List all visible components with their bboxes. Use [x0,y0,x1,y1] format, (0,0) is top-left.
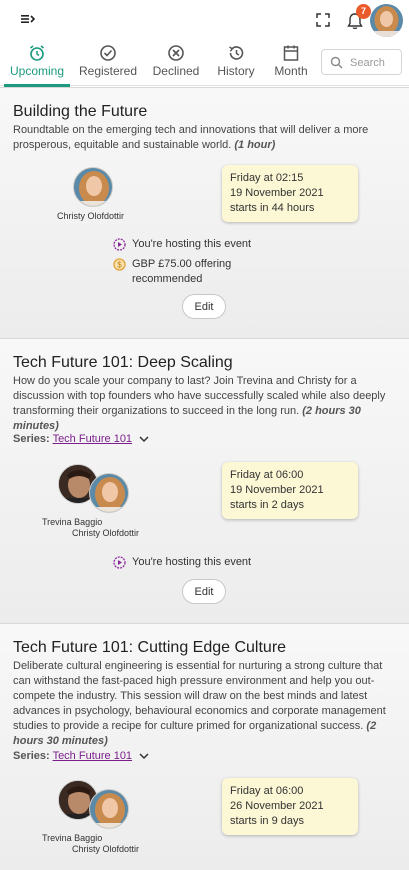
event-description: Deliberate cultural engineering is essen… [13,659,398,749]
event-countdown: starts in 9 days [230,815,304,827]
series-link[interactable]: Tech Future 101 [53,433,133,445]
event-countdown: starts in 44 hours [230,202,315,214]
event-title: Tech Future 101: Deep Scaling [13,354,233,371]
chevron-down-icon[interactable] [139,752,149,760]
description-text: Deliberate cultural engineering is essen… [13,660,386,732]
calendar-icon [283,45,299,61]
tab-label: Registered [78,64,138,78]
tab-registered[interactable]: Registered [76,40,140,86]
host-name: Christy Olofdottir [72,528,140,538]
x-circle-icon [168,45,184,61]
edit-button[interactable]: Edit [182,579,226,604]
tab-label: Month [274,64,308,78]
tab-label: History [217,64,255,78]
price-note: recommended [132,273,203,285]
hosting-icon [113,238,126,251]
description-text: Roundtable on the emerging tech and inno… [13,124,369,151]
check-circle-icon [100,45,116,61]
event-date-card: Friday at 02:15 19 November 2021 starts … [222,165,358,222]
event-date: 19 November 2021 [230,187,324,199]
event-card: Building the Future Roundtable on the em… [0,87,409,338]
tab-declined[interactable]: Declined [148,40,204,86]
notification-badge: 7 [356,4,371,19]
edit-button[interactable]: Edit [182,294,226,319]
series-link[interactable]: Tech Future 101 [53,750,133,762]
hosting-text: You're hosting this event [132,238,252,250]
host-name: Trevina Baggio [42,833,103,843]
chevron-down-icon[interactable] [139,435,149,443]
host-name: Trevina Baggio [42,517,103,527]
search-input[interactable] [350,54,398,71]
event-day-time: Friday at 06:00 [230,469,304,481]
host-avatar[interactable] [89,789,129,829]
event-date: 19 November 2021 [230,484,324,496]
event-day-time: Friday at 06:00 [230,785,304,797]
series-label: Series: [13,433,50,445]
event-date-card: Friday at 06:00 26 November 2021 starts … [222,778,358,835]
event-description: Roundtable on the emerging tech and inno… [13,123,398,153]
svg-text:$: $ [117,261,122,270]
search-icon [330,56,343,69]
hosting-icon [113,556,126,569]
coin-icon: $ [113,258,126,271]
tab-history[interactable]: History [212,40,260,86]
event-title: Building the Future [13,103,148,120]
event-countdown: starts in 2 days [230,499,304,511]
event-day-time: Friday at 02:15 [230,172,304,184]
top-bar: 7 [0,0,409,40]
host-name: Christy Olofdottir [57,211,125,221]
hosting-text: You're hosting this event [132,556,252,568]
tab-label: Declined [152,64,200,78]
event-description: How do you scale your company to last? J… [13,374,398,434]
event-date: 26 November 2021 [230,800,324,812]
series-label: Series: [13,750,50,762]
event-date-card: Friday at 06:00 19 November 2021 starts … [222,462,358,519]
series-row: Series: Tech Future 101 [13,750,149,762]
host-avatar[interactable] [89,473,129,513]
tab-label: Upcoming [9,64,65,78]
tab-upcoming[interactable]: Upcoming [4,40,70,87]
history-icon [229,46,244,60]
event-card: Tech Future 101: Deep Scaling How do you… [0,338,409,623]
search-box [321,49,402,75]
event-title: Tech Future 101: Cutting Edge Culture [13,639,287,656]
price-line: GBP £75.00 offering [132,258,232,270]
host-avatar[interactable] [73,167,113,207]
menu-collapse-icon[interactable] [19,12,37,26]
fullscreen-icon[interactable] [315,12,331,28]
price-text: GBP £75.00 offering recommended [132,257,231,287]
tab-month[interactable]: Month [268,40,314,86]
event-duration: (1 hour) [234,139,276,151]
host-name: Christy Olofdottir [72,844,140,854]
event-card: Tech Future 101: Cutting Edge Culture De… [0,623,409,870]
series-row: Series: Tech Future 101 [13,433,149,445]
user-avatar[interactable] [370,4,403,37]
alarm-clock-icon [30,45,44,61]
